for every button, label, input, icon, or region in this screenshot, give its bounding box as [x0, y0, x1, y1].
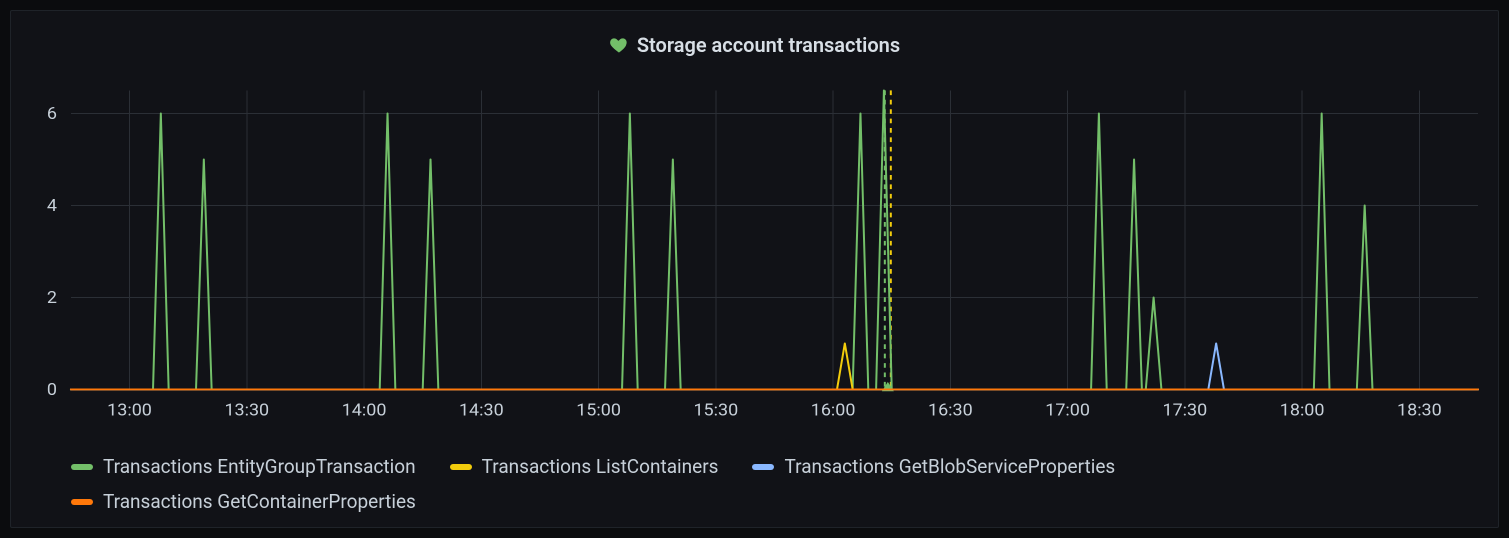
svg-text:17:00: 17:00	[1045, 401, 1090, 420]
panel-title: Storage account transactions	[637, 33, 900, 57]
legend-swatch	[71, 499, 93, 505]
legend-swatch	[71, 464, 93, 470]
svg-text:17:30: 17:30	[1163, 401, 1208, 420]
chart-panel: Storage account transactions 0 2 4 6 13:00 13…	[10, 10, 1499, 528]
legend-item[interactable]: Transactions EntityGroupTransaction	[71, 455, 416, 478]
svg-text:14:00: 14:00	[342, 401, 387, 420]
legend-swatch	[450, 464, 472, 470]
svg-text:18:30: 18:30	[1397, 401, 1442, 420]
legend-label: Transactions GetContainerProperties	[103, 490, 416, 513]
chart-plot-area[interactable]: 0 2 4 6 13:00 13:30 14:00 14:30 15:00 15:30 16:00 1…	[21, 81, 1488, 427]
svg-text:4: 4	[47, 196, 57, 215]
panel-title-container[interactable]: Storage account transactions	[11, 11, 1498, 75]
svg-text:13:30: 13:30	[224, 401, 269, 420]
chart-legend: Transactions EntityGroupTransaction Trans…	[71, 455, 1478, 513]
svg-text:16:30: 16:30	[928, 401, 973, 420]
legend-swatch	[752, 464, 774, 470]
svg-text:6: 6	[47, 105, 57, 124]
svg-text:14:30: 14:30	[459, 401, 504, 420]
svg-text:15:30: 15:30	[693, 401, 738, 420]
svg-text:0: 0	[47, 380, 57, 399]
legend-label: Transactions EntityGroupTransaction	[103, 455, 416, 478]
svg-text:16:00: 16:00	[811, 401, 856, 420]
svg-text:18:00: 18:00	[1280, 401, 1325, 420]
legend-item[interactable]: Transactions GetContainerProperties	[71, 490, 416, 513]
legend-item[interactable]: Transactions ListContainers	[450, 455, 719, 478]
legend-label: Transactions ListContainers	[482, 455, 719, 478]
legend-label: Transactions GetBlobServiceProperties	[784, 455, 1115, 478]
heart-icon	[609, 35, 629, 55]
legend-item[interactable]: Transactions GetBlobServiceProperties	[752, 455, 1115, 478]
svg-text:15:00: 15:00	[576, 401, 621, 420]
svg-text:2: 2	[47, 288, 57, 307]
svg-text:13:00: 13:00	[107, 401, 152, 420]
